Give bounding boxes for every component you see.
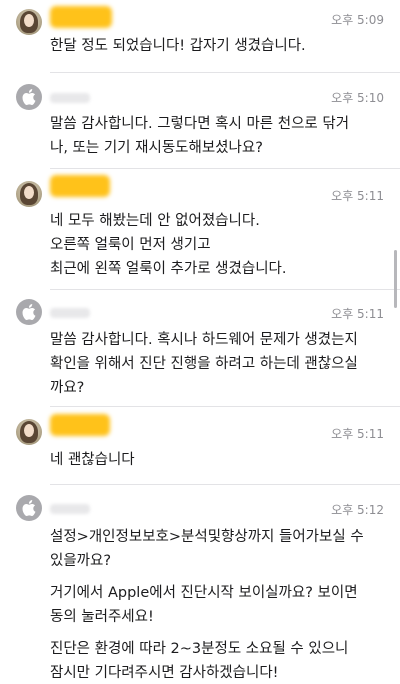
apple-avatar[interactable] [16, 84, 42, 110]
message-divider [50, 484, 400, 485]
sender-name-redacted [50, 6, 112, 28]
message-text: 말씀 감사합니다. 그렇다면 혹시 마른 천으로 닦거 나, 또는 기기 재시동… [50, 112, 380, 160]
message-line: 있을까요? [50, 553, 112, 569]
message-line: 한달 정도 되었습니다! 갑자기 생겼습니다. [50, 38, 306, 54]
apple-avatar[interactable] [16, 495, 42, 521]
message-line: 말씀 감사합니다. 혹시나 하드웨어 문제가 생겼는지 [50, 332, 358, 348]
avatar-face [24, 186, 34, 199]
apple-logo-icon [22, 304, 36, 320]
message-line: 설정>개인정보보호>분석및향상까지 들어가보실 수 [50, 529, 364, 545]
message-text: 한달 정도 되었습니다! 갑자기 생겼습니다. [50, 34, 380, 58]
avatar-face [24, 14, 34, 27]
message-timestamp: 오후 5:12 [331, 503, 384, 517]
message-paragraph: 진단은 환경에 따라 2~3분정도 소요될 수 있으니 잠시만 기다려주시면 감… [50, 637, 380, 684]
message-text: 말씀 감사합니다. 혹시나 하드웨어 문제가 생겼는지 확인을 위해서 진단 진… [50, 328, 380, 400]
message-thread[interactable]: 오후 5:09 한달 정도 되었습니다! 갑자기 생겼습니다. 오후 5:10 … [0, 0, 400, 684]
message-paragraph: 거기에서 Apple에서 진단시작 보이실까요? 보이면 동의 눌러주세요! [50, 581, 380, 629]
message-line: 오른쪽 얼룩이 먼저 생기고 [50, 237, 211, 253]
message-divider [50, 289, 400, 290]
scrollbar-thumb[interactable] [394, 250, 397, 308]
message-timestamp: 오후 5:11 [331, 189, 384, 203]
user-avatar[interactable] [16, 419, 42, 445]
sender-name-redacted [50, 504, 90, 514]
message-timestamp: 오후 5:09 [331, 13, 384, 27]
message-line: 네 모두 해봤는데 안 없어졌습니다. [50, 213, 260, 229]
apple-logo-icon [22, 500, 36, 516]
message-timestamp: 오후 5:11 [331, 427, 384, 441]
message-line: 까요? [50, 380, 85, 396]
message-text: 네 모두 해봤는데 안 없어졌습니다. 오른쪽 얼룩이 먼저 생기고 최근에 왼… [50, 209, 380, 281]
message-line: 나, 또는 기기 재시동도해보셨나요? [50, 140, 263, 156]
message-text: 네 괜찮습니다 [50, 448, 380, 472]
message-line: 말씀 감사합니다. 그렇다면 혹시 마른 천으로 닦거 [50, 116, 350, 132]
message-divider [50, 72, 400, 73]
sender-name-redacted [50, 175, 110, 197]
message-line: 확인을 위해서 진단 진행을 하려고 하는데 괜찮으실 [50, 356, 358, 372]
apple-logo-icon [22, 89, 36, 105]
sender-name-redacted [50, 308, 90, 318]
message-line: 동의 눌러주세요! [50, 609, 154, 625]
message-line: 네 괜찮습니다 [50, 452, 135, 468]
message-timestamp: 오후 5:10 [331, 91, 384, 105]
sender-name-redacted [50, 93, 90, 103]
message-divider [50, 168, 400, 169]
avatar-face [24, 424, 34, 437]
message-timestamp: 오후 5:11 [331, 307, 384, 321]
message-text: 설정>개인정보보호>분석및향상까지 들어가보실 수 있을까요? 거기에서 App… [50, 525, 380, 684]
message-line: 최근에 왼쪽 얼룩이 추가로 생겼습니다. [50, 261, 287, 277]
apple-avatar[interactable] [16, 299, 42, 325]
message-line: 거기에서 Apple에서 진단시작 보이실까요? 보이면 [50, 585, 358, 601]
message-paragraph: 설정>개인정보보호>분석및향상까지 들어가보실 수 있을까요? [50, 525, 380, 573]
sender-name-redacted [50, 414, 110, 436]
message-line: 잠시만 기다려주시면 감사하겠습니다! [50, 665, 279, 681]
user-avatar[interactable] [16, 181, 42, 207]
message-divider [50, 406, 400, 407]
user-avatar[interactable] [16, 9, 42, 35]
message-line: 진단은 환경에 따라 2~3분정도 소요될 수 있으니 [50, 641, 349, 657]
